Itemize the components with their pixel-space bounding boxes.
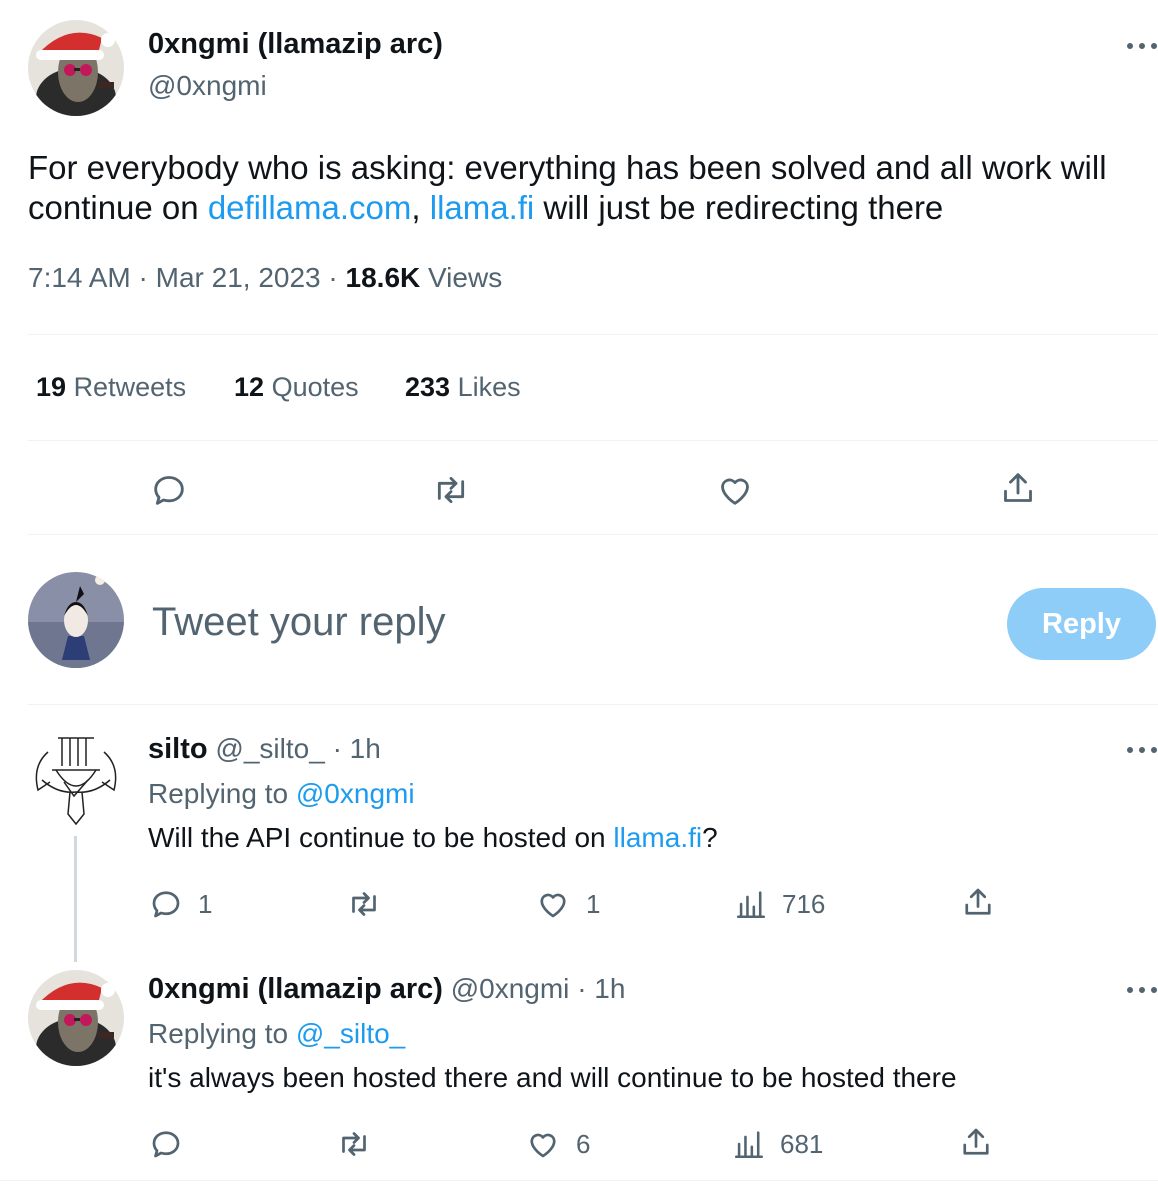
quotes-count: 12 [234,372,265,402]
more-icon[interactable] [1126,745,1158,755]
reply-link-llamafi[interactable]: llama.fi [613,822,702,853]
view-count: 681 [780,1128,824,1159]
silto-avatar[interactable] [28,732,124,828]
retweet-button[interactable] [428,470,474,510]
reply-text-part: ? [702,822,718,853]
share-icon [1004,473,1032,502]
replying-label: Replying to [148,1018,289,1049]
likes-label: Likes [457,372,521,402]
reply-author-name[interactable]: silto [148,733,208,765]
retweet-button[interactable] [334,1126,388,1162]
tweet-text-part: , [411,189,430,226]
like-count: 1 [586,888,601,919]
reply-icon [152,891,180,918]
reply-author-name[interactable]: 0xngmi (llamazip arc) [148,973,443,1005]
separator: · [138,262,148,293]
divider [28,704,1158,705]
replying-handle[interactable]: @0xngmi [296,778,415,809]
share-icon [965,888,991,915]
retweets-stat[interactable]: 19 Retweets [36,372,186,403]
likes-stat[interactable]: 233 Likes [405,372,521,403]
like-button[interactable] [714,470,756,510]
share-button[interactable] [958,1124,994,1160]
like-button[interactable]: 1 [534,886,600,922]
view-count: 716 [782,888,826,919]
tweet-text: For everybody who is asking: everything … [28,148,1138,228]
reply-button[interactable] [148,1126,198,1162]
reply-text-part: Will the API continue to be hosted on [148,822,614,853]
share-button[interactable] [960,884,996,920]
share-icon [963,1128,989,1155]
retweet-icon [342,1132,366,1156]
reply-time[interactable]: 1h [594,973,625,1004]
separator: · [332,733,342,764]
more-icon[interactable] [1126,41,1158,51]
more-icon[interactable] [1126,985,1158,995]
views-icon [734,1131,764,1159]
reply-author-handle[interactable]: @_silto_ [215,733,324,764]
author-handle[interactable]: @0xngmi [148,70,267,102]
replying-to: Replying to @_silto_ [148,1018,405,1050]
retweets-label: Retweets [73,372,187,402]
quotes-label: Quotes [271,372,359,402]
views-label: Views [428,262,503,293]
divider [28,334,1158,335]
tweet-link-defillama[interactable]: defillama.com [208,189,412,226]
like-icon [530,1133,556,1158]
replying-handle[interactable]: @_silto_ [296,1018,405,1049]
like-icon [721,478,749,505]
views-icon [736,891,766,919]
thread-line [74,836,77,962]
author-avatar[interactable] [28,20,124,116]
reply-icon [152,1131,180,1158]
author-avatar[interactable] [28,970,124,1066]
tweet-link-llamafi[interactable]: llama.fi [430,189,535,226]
tweet-text-part: will just be redirecting there [534,189,944,226]
retweets-count: 19 [36,372,67,402]
likes-count: 233 [405,372,451,402]
like-button[interactable]: 6 [524,1126,590,1162]
share-button[interactable] [998,468,1038,508]
reply-author-handle[interactable]: @0xngmi [451,973,570,1004]
views-button[interactable]: 681 [732,1126,823,1162]
divider [28,440,1158,441]
reply-text: it's always been hosted there and will c… [148,1062,957,1093]
reply-button[interactable] [148,470,190,510]
separator: · [328,262,338,293]
retweet-icon [437,476,465,504]
reply-submit-button[interactable]: Reply [1007,588,1156,660]
author-name[interactable]: 0xngmi (llamazip arc) [148,28,443,61]
retweet-button[interactable] [344,886,398,922]
separator: · [577,973,587,1004]
like-icon [540,893,566,918]
views-count: 18.6K [345,262,421,293]
reply-header: silto @_silto_ · 1h [148,733,381,766]
reply-input[interactable]: Tweet your reply [152,600,445,645]
divider [28,534,1158,535]
replying-to: Replying to @0xngmi [148,778,415,810]
tweet-date[interactable]: Mar 21, 2023 [156,262,321,293]
reply-count: 1 [198,888,213,919]
user-avatar[interactable] [28,572,124,668]
reply-icon [154,476,184,505]
tweet-time[interactable]: 7:14 AM [28,262,131,293]
tweet-meta: 7:14 AM · Mar 21, 2023 · 18.6K Views [28,262,502,294]
reply-button[interactable]: 1 [148,886,212,922]
reply-text: Will the API continue to be hosted on ll… [148,822,718,854]
retweet-icon [352,892,376,916]
views-button[interactable]: 716 [734,886,825,922]
divider [0,1180,1158,1181]
replying-label: Replying to [148,778,289,809]
like-count: 6 [576,1128,591,1159]
reply-time[interactable]: 1h [350,733,381,764]
quotes-stat[interactable]: 12 Quotes [234,372,359,403]
reply-header: 0xngmi (llamazip arc) @0xngmi · 1h [148,973,625,1006]
